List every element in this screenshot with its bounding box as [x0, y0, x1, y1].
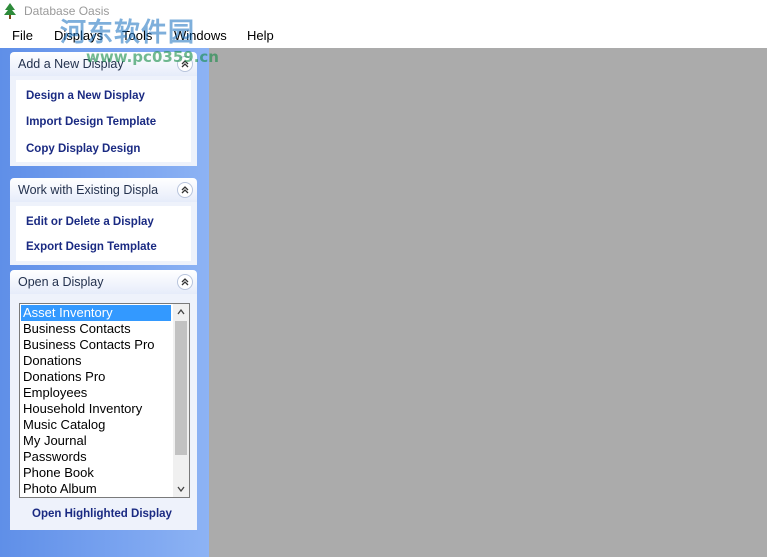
list-item[interactable]: Photo Album	[21, 481, 171, 497]
tree-icon	[2, 2, 18, 20]
chevron-double-up-icon[interactable]	[177, 274, 193, 290]
work-existing-panel-content: Edit or Delete a Display Export Design T…	[16, 206, 191, 261]
work-existing-panel: Edit or Delete a Display Export Design T…	[10, 202, 197, 265]
menu-help[interactable]: Help	[247, 28, 274, 43]
scroll-thumb[interactable]	[175, 321, 187, 455]
task-sidebar: Add a New Display Design a New Display I…	[0, 48, 209, 557]
add-display-panel: Design a New Display Import Design Templ…	[10, 76, 197, 166]
open-display-panel-title: Open a Display	[18, 275, 104, 289]
list-item[interactable]: Business Contacts Pro	[21, 337, 171, 353]
chevron-double-up-icon[interactable]	[177, 182, 193, 198]
list-item[interactable]: Asset Inventory	[21, 305, 171, 321]
list-item[interactable]: Passwords	[21, 449, 171, 465]
list-item[interactable]: Employees	[21, 385, 171, 401]
display-list: Asset Inventory Business Contacts Busine…	[21, 305, 171, 497]
scroll-down-arrow-icon[interactable]	[173, 481, 189, 497]
workspace-area	[209, 48, 767, 557]
menu-file[interactable]: File	[12, 28, 33, 43]
list-item[interactable]: Business Contacts	[21, 321, 171, 337]
copy-display-design-link[interactable]: Copy Display Design	[26, 143, 140, 155]
watermark-text: 河东软件园	[60, 18, 196, 48]
list-item[interactable]: Phone Book	[21, 465, 171, 481]
edit-delete-display-link[interactable]: Edit or Delete a Display	[26, 216, 154, 228]
list-item[interactable]: My Journal	[21, 433, 171, 449]
open-display-panel: Asset Inventory Business Contacts Busine…	[10, 294, 197, 530]
scroll-up-arrow-icon[interactable]	[173, 304, 189, 320]
work-existing-panel-header[interactable]: Work with Existing Displa	[10, 178, 197, 202]
design-new-display-link[interactable]: Design a New Display	[26, 90, 145, 102]
list-item[interactable]: Music Catalog	[21, 417, 171, 433]
list-item[interactable]: Donations Pro	[21, 369, 171, 385]
display-listbox[interactable]: Asset Inventory Business Contacts Busine…	[19, 303, 190, 498]
import-design-template-link[interactable]: Import Design Template	[26, 116, 156, 128]
list-item[interactable]: Household Inventory	[21, 401, 171, 417]
open-highlighted-display-link[interactable]: Open Highlighted Display	[32, 508, 172, 520]
list-scrollbar[interactable]	[173, 304, 189, 497]
work-existing-panel-title: Work with Existing Displa	[18, 183, 159, 197]
export-design-template-link[interactable]: Export Design Template	[26, 241, 157, 253]
add-display-panel-content: Design a New Display Import Design Templ…	[16, 80, 191, 162]
open-display-panel-header[interactable]: Open a Display	[10, 270, 197, 294]
list-item[interactable]: Donations	[21, 353, 171, 369]
watermark-url: www.pc0359.cn	[86, 48, 219, 66]
